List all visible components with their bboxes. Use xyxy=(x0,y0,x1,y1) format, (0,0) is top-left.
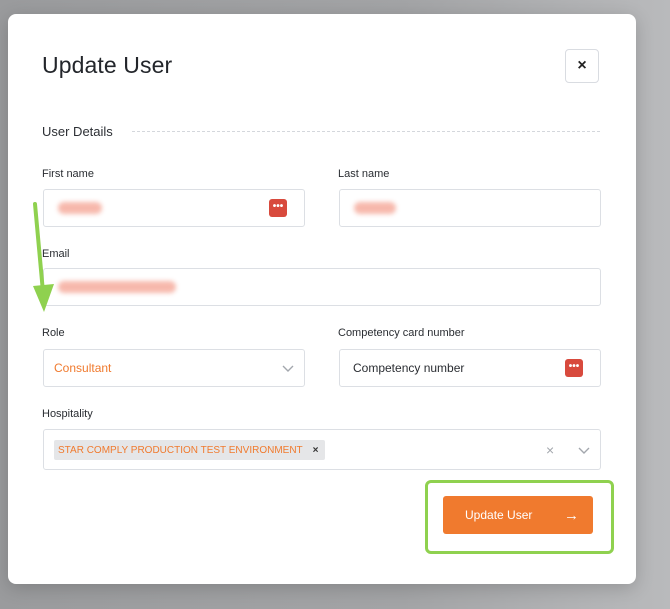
section-divider xyxy=(132,131,600,132)
hospitality-multiselect[interactable]: STAR COMPLY PRODUCTION TEST ENVIRONMENT … xyxy=(43,429,601,470)
email-field[interactable] xyxy=(43,268,601,306)
last-name-field[interactable] xyxy=(339,189,601,227)
last-name-label: Last name xyxy=(338,168,390,180)
arrow-right-icon: → xyxy=(564,506,579,524)
hospitality-tag: STAR COMPLY PRODUCTION TEST ENVIRONMENT … xyxy=(54,440,325,460)
chevron-down-icon[interactable] xyxy=(578,444,590,458)
password-dots-icon[interactable]: ••• xyxy=(269,199,287,217)
annotation-arrow-icon xyxy=(33,202,54,312)
email-redacted-value xyxy=(58,281,176,293)
hospitality-tag-label: STAR COMPLY PRODUCTION TEST ENVIRONMENT xyxy=(58,444,303,456)
modal-title: Update User xyxy=(42,52,173,78)
competency-field[interactable]: Competency number ••• xyxy=(339,349,601,387)
competency-label: Competency card number xyxy=(338,327,465,339)
tag-remove-icon[interactable]: × xyxy=(313,445,319,456)
first-name-field[interactable]: ••• xyxy=(43,189,305,227)
close-button[interactable]: × xyxy=(565,49,599,83)
role-selected-value: Consultant xyxy=(54,361,112,375)
update-button-label: Update User xyxy=(465,508,533,522)
section-title: User Details xyxy=(42,124,113,139)
role-select[interactable]: Consultant xyxy=(43,349,305,387)
update-user-button[interactable]: Update User → xyxy=(443,496,593,534)
first-name-label: First name xyxy=(42,168,94,180)
chevron-down-icon[interactable] xyxy=(282,362,294,376)
last-name-redacted-value xyxy=(354,202,396,214)
role-label: Role xyxy=(42,327,65,339)
close-icon: × xyxy=(577,57,587,74)
hospitality-label: Hospitality xyxy=(42,408,93,420)
password-dots-icon[interactable]: ••• xyxy=(565,359,583,377)
clear-icon[interactable]: × xyxy=(546,442,554,458)
competency-placeholder: Competency number xyxy=(353,361,465,375)
